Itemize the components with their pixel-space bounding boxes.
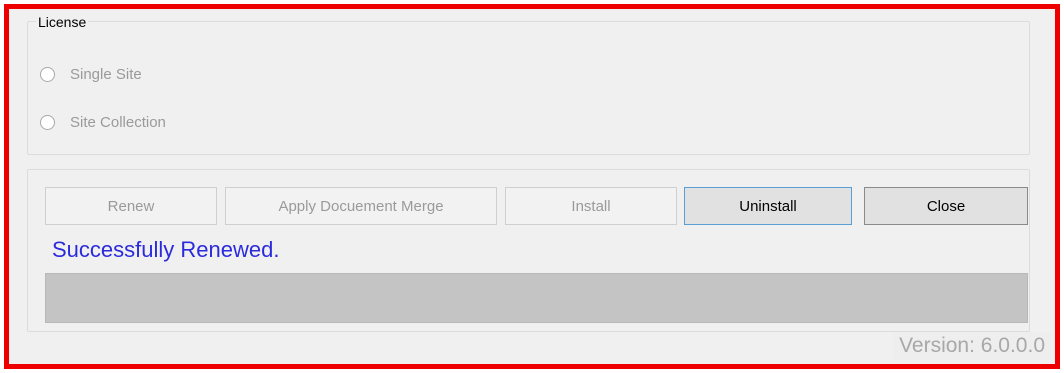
single-site-label: Single Site bbox=[70, 66, 142, 83]
uninstall-button[interactable]: Uninstall bbox=[684, 187, 852, 225]
site-collection-label: Site Collection bbox=[70, 114, 166, 131]
screenshot-frame: License Single Site Site Collection Rene… bbox=[4, 4, 1060, 369]
radio-circle-icon[interactable] bbox=[40, 67, 55, 82]
radio-circle-icon[interactable] bbox=[40, 115, 55, 130]
apply-document-merge-button[interactable]: Apply Docuement Merge bbox=[225, 187, 497, 225]
single-site-radio[interactable]: Single Site bbox=[40, 66, 152, 83]
site-collection-radio[interactable]: Site Collection bbox=[40, 114, 176, 131]
progress-bar bbox=[45, 273, 1028, 323]
license-group: License Single Site Site Collection bbox=[27, 14, 1030, 155]
license-group-legend: License bbox=[36, 14, 89, 30]
install-button[interactable]: Install bbox=[505, 187, 677, 225]
status-message: Successfully Renewed. bbox=[52, 237, 280, 262]
actions-panel: Renew Apply Docuement Merge Install Unin… bbox=[27, 169, 1030, 332]
close-button[interactable]: Close bbox=[864, 187, 1028, 225]
version-label: Version: 6.0.0.0 bbox=[893, 332, 1051, 360]
renew-button[interactable]: Renew bbox=[45, 187, 217, 225]
